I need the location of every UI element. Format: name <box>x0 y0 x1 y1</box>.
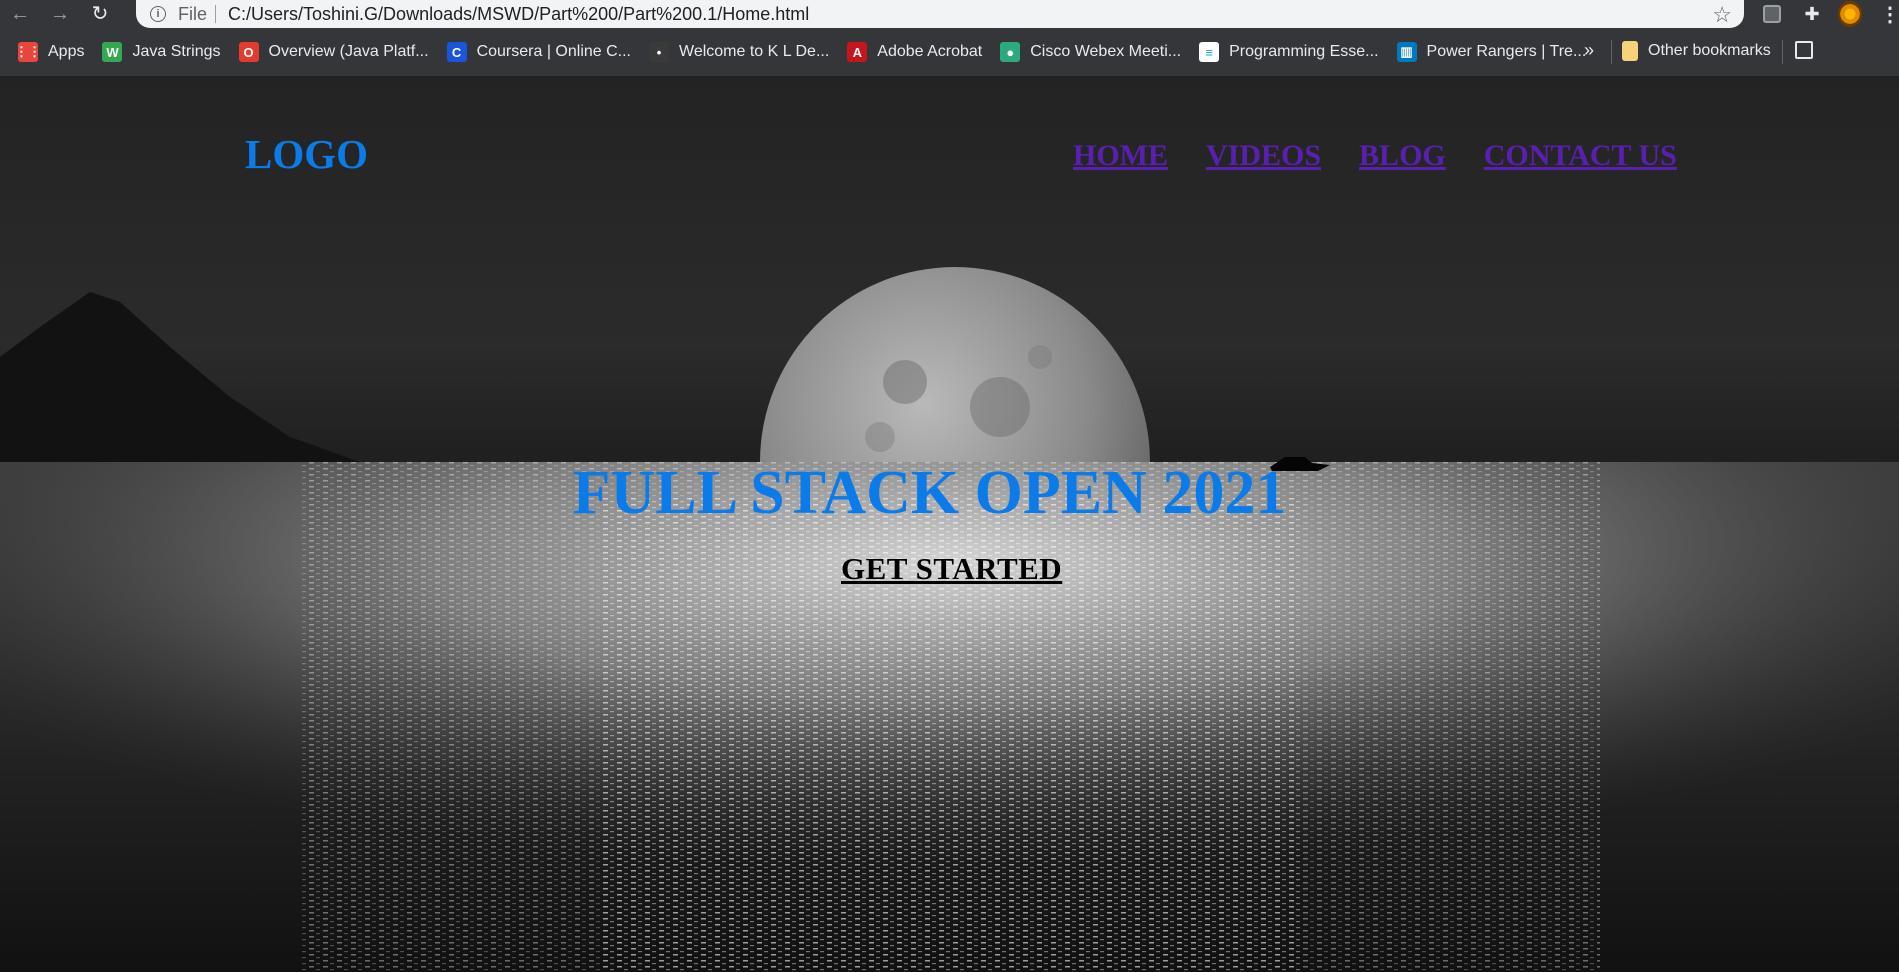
bookmark-item[interactable]: • Welcome to K L De... <box>649 42 829 62</box>
main-nav: HOME VIDEOS BLOG CONTACT US <box>1073 139 1677 173</box>
island-silhouette <box>0 292 360 462</box>
get-started-link[interactable]: GET STARTED <box>841 551 1062 587</box>
bookmark-item[interactable]: ▥ Power Rangers | Tre... <box>1396 42 1587 62</box>
forward-button[interactable]: → <box>40 0 80 28</box>
bookmark-item[interactable]: ● Cisco Webex Meeti... <box>1000 42 1181 62</box>
bookmark-label: Java Strings <box>132 43 221 60</box>
bookmark-item[interactable]: A Adobe Acrobat <box>847 42 982 62</box>
nav-link-contact-us[interactable]: CONTACT US <box>1484 139 1677 173</box>
url-text[interactable]: C:/Users/Toshini.G/Downloads/MSWD/Part%2… <box>228 4 809 25</box>
omnibox-divider <box>215 5 217 23</box>
cisco-icon: ≡ <box>1199 42 1220 62</box>
oracle-icon: O <box>238 42 259 62</box>
bookmarks-bar: ⋮⋮ Apps W Java Strings O Overview (Java Platf… <box>0 28 1899 77</box>
bookmark-label: Cisco Webex Meeti... <box>1030 43 1182 60</box>
reload-icon: ↻ <box>91 3 109 25</box>
bookmark-label: Apps <box>48 43 85 60</box>
profile-avatar[interactable] <box>1838 1 1862 27</box>
coursera-icon: C <box>446 42 467 62</box>
back-button[interactable]: ← <box>0 0 40 28</box>
bookmarks-divider-2 <box>1782 40 1783 64</box>
site-logo[interactable]: LOGO <box>245 130 368 178</box>
nav-link-home[interactable]: HOME <box>1073 139 1168 173</box>
extension-icon[interactable] <box>1760 2 1784 26</box>
bookmark-label: Adobe Acrobat <box>877 43 983 60</box>
bookmark-item[interactable]: C Coursera | Online C... <box>446 42 631 62</box>
trello-icon: ▥ <box>1396 42 1417 62</box>
bookmark-label: Overview (Java Platf... <box>268 43 429 60</box>
hero-title: FULL STACK OPEN 2021 <box>572 459 1287 527</box>
arrow-right-icon: → <box>50 3 70 25</box>
bookmark-label: Programming Esse... <box>1229 43 1379 60</box>
reading-list-icon[interactable] <box>1795 41 1813 59</box>
arrow-left-icon: ← <box>10 3 30 25</box>
bookmarks-divider <box>1611 40 1612 64</box>
nav-link-videos[interactable]: VIDEOS <box>1206 139 1321 173</box>
info-icon[interactable]: i <box>150 6 166 22</box>
bookmarks-more-button[interactable]: » <box>1584 40 1594 61</box>
browser-toolbar: ← → ↻ i File C:/Users/Toshini.G/Download… <box>0 0 1899 28</box>
bookmark-item[interactable]: W Java Strings <box>102 42 221 62</box>
webpage: LOGO HOME VIDEOS BLOG CONTACT US FULL ST… <box>0 77 1899 972</box>
bookmark-label: Welcome to K L De... <box>679 43 830 60</box>
extensions-puzzle-icon[interactable]: ✚ <box>1800 2 1824 26</box>
nav-link-blog[interactable]: BLOG <box>1359 139 1446 173</box>
apps-grid-icon: ⋮⋮ <box>15 42 41 62</box>
scheme-label: File <box>178 3 208 24</box>
webex-icon: ● <box>1000 42 1021 62</box>
bookmark-label: Coursera | Online C... <box>476 43 631 60</box>
kebab-menu-icon[interactable]: ⋮ <box>1878 2 1899 26</box>
bookmark-item[interactable]: O Overview (Java Platf... <box>238 42 429 62</box>
address-bar[interactable]: i File C:/Users/Toshini.G/Downloads/MSWD… <box>136 0 1744 28</box>
bookmark-label: Power Rangers | Tre... <box>1426 43 1587 60</box>
other-bookmarks[interactable]: Other bookmarks <box>1622 41 1771 61</box>
bookmark-item[interactable]: ≡ Programming Esse... <box>1199 42 1379 62</box>
other-bookmarks-label: Other bookmarks <box>1648 42 1771 59</box>
w-logo-icon: W <box>102 42 123 62</box>
bookmark-star-icon[interactable]: ☆ <box>1712 2 1732 28</box>
bookmark-item[interactable]: ⋮⋮ Apps <box>15 42 85 62</box>
acrobat-icon: A <box>847 42 868 62</box>
reload-button[interactable]: ↻ <box>80 0 120 28</box>
folder-icon <box>1622 41 1638 61</box>
kl-icon: • <box>649 42 669 62</box>
